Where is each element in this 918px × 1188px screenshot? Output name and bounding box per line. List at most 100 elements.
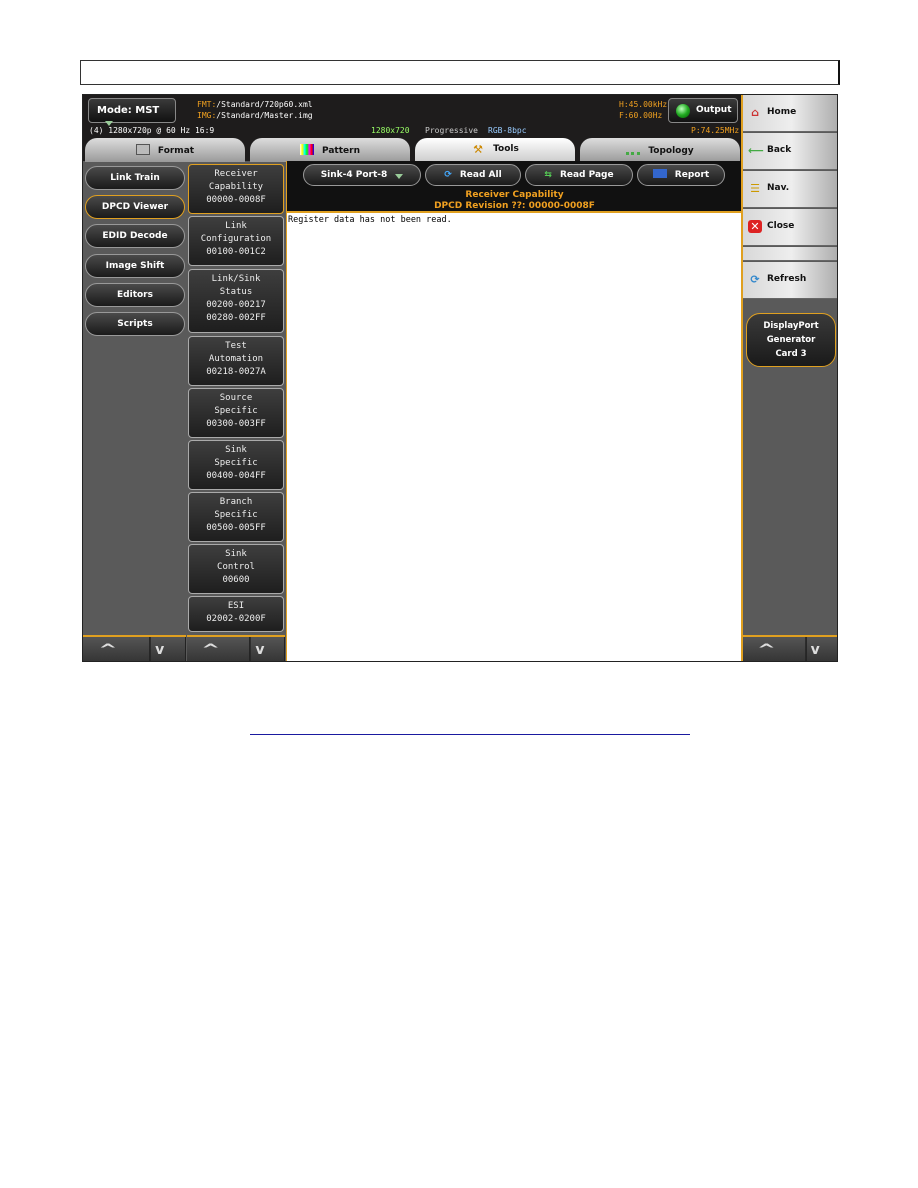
- tools-icon: ⚒: [473, 143, 484, 156]
- status-message: Register data has not been read.: [288, 215, 452, 225]
- register-line: Automation: [208, 354, 264, 364]
- mode-label: Mode: MST: [97, 105, 160, 116]
- scan-type: Progressive: [425, 126, 478, 135]
- register-line: Specific: [214, 458, 258, 468]
- img-label: IMG:: [197, 111, 217, 120]
- right-nav: ⌂ Home ⟵ Back ☰ Nav. ✕ Close ⟳ Refresh Displa…: [741, 95, 837, 661]
- register-page-button[interactable]: Sink Specific 00400-004FF: [188, 440, 284, 490]
- refresh-label: Refresh: [767, 274, 807, 284]
- refresh-icon: ⟳: [444, 170, 452, 180]
- h-freq: H:45.00kHz: [619, 100, 668, 109]
- image-shift-button[interactable]: Image Shift: [85, 254, 185, 278]
- tab-pattern[interactable]: Pattern: [250, 138, 410, 162]
- tab-format[interactable]: Format: [85, 138, 245, 162]
- fmt-label: FMT:: [197, 100, 217, 109]
- output-button[interactable]: Output: [668, 98, 738, 123]
- fmt-path: /Standard/720p60.xml: [216, 100, 313, 109]
- back-label: Back: [767, 145, 792, 155]
- register-line: Test: [225, 341, 247, 351]
- register-line: Receiver: [214, 169, 258, 179]
- register-line: Branch: [219, 497, 253, 507]
- resolution: 1280x720: [371, 126, 410, 135]
- register-list-scroll: ^ v: [187, 635, 285, 661]
- register-page-button[interactable]: Link Configuration 00100-001C2: [188, 216, 284, 266]
- refresh-icon: ⟳: [750, 273, 760, 286]
- report-label: Report: [674, 170, 710, 180]
- register-line: 02002-0200F: [206, 614, 266, 624]
- document-header-box: [80, 60, 840, 85]
- close-button[interactable]: ✕ Close: [743, 209, 837, 246]
- register-line: Specific: [214, 406, 258, 416]
- timing-info: H:45.00kHz F:60.00Hz: [619, 99, 667, 121]
- monitor-icon: [135, 144, 150, 155]
- scripts-button[interactable]: Scripts: [85, 312, 185, 336]
- link-train-button[interactable]: Link Train: [85, 166, 185, 190]
- nav-label: Nav.: [767, 183, 790, 193]
- close-label: Close: [767, 221, 795, 231]
- scroll-up-button[interactable]: ^: [83, 637, 150, 661]
- scroll-up-button[interactable]: ^: [172, 637, 251, 661]
- back-button[interactable]: ⟵ Back: [743, 133, 837, 170]
- tree-icon: ☰: [750, 182, 760, 195]
- refresh-button[interactable]: ⟳ Refresh: [743, 262, 837, 299]
- pixel-clock: P:74.25MHz: [691, 126, 740, 135]
- register-line: Sink: [225, 549, 247, 559]
- hyperlink-underline: [250, 734, 690, 735]
- sink-port-dropdown[interactable]: Sink-4 Port-8: [303, 164, 421, 186]
- color-bars-icon: [300, 144, 314, 155]
- register-page-button[interactable]: Source Specific 00300-003FF: [188, 388, 284, 438]
- card-line: Generator: [766, 335, 816, 345]
- register-page-button[interactable]: Branch Specific 00500-005FF: [188, 492, 284, 542]
- register-line: Capability: [208, 182, 264, 192]
- mode-dropdown[interactable]: Mode: MST: [88, 98, 176, 126]
- register-page-button[interactable]: ESI 02002-0200F: [188, 596, 284, 632]
- left-menu-scroll: ^ v: [83, 635, 186, 661]
- register-line: 00400-004FF: [206, 471, 266, 481]
- register-line: 00000-0008F: [206, 195, 266, 205]
- topology-icon: [626, 144, 641, 155]
- dpcd-viewer-button[interactable]: DPCD Viewer: [85, 195, 185, 219]
- tab-tools[interactable]: ⚒ Tools: [415, 138, 575, 162]
- img-path: /Standard/Master.img: [216, 111, 313, 120]
- right-nav-scroll: ^ v: [743, 635, 837, 661]
- register-line: Specific: [214, 510, 258, 520]
- card-line: DisplayPort: [763, 321, 819, 331]
- home-button[interactable]: ⌂ Home: [743, 95, 837, 132]
- tab-label: Format: [157, 146, 195, 156]
- register-page-button[interactable]: Test Automation 00218-0027A: [188, 336, 284, 386]
- register-line: 00600: [222, 575, 250, 585]
- tab-label: Topology: [648, 146, 694, 156]
- register-title: Receiver Capability: [465, 190, 564, 200]
- register-line: Control: [217, 562, 255, 572]
- card-indicator: DisplayPort Generator Card 3: [746, 313, 836, 367]
- read-all-button[interactable]: ⟳ Read All: [425, 164, 521, 186]
- edid-decode-button[interactable]: EDID Decode: [85, 224, 185, 248]
- scroll-up-button[interactable]: ^: [728, 637, 807, 661]
- home-label: Home: [767, 107, 797, 117]
- read-page-button[interactable]: ⇆ Read Page: [525, 164, 633, 186]
- generator-app-window: Mode: MST FMT:/Standard/720p60.xml IMG:/…: [82, 94, 838, 662]
- swap-arrows-icon: ⇆: [544, 170, 552, 180]
- report-button[interactable]: Report: [637, 164, 725, 186]
- editors-button[interactable]: Editors: [85, 283, 185, 307]
- register-line: 00200-00217: [206, 300, 266, 310]
- html-icon: [652, 169, 667, 178]
- color-format: RGB-8bpc: [488, 126, 527, 135]
- tab-bar: Format Pattern ⚒ Tools Topology: [83, 137, 741, 162]
- nav-button[interactable]: ☰ Nav.: [743, 171, 837, 208]
- sink-label: Sink-4 Port-8: [320, 170, 388, 180]
- register-page-button[interactable]: Receiver Capability 00000-0008F: [188, 164, 284, 214]
- register-line: Sink: [225, 445, 247, 455]
- file-info: FMT:/Standard/720p60.xml IMG:/Standard/M…: [197, 99, 313, 121]
- chevron-down-icon: [395, 174, 404, 179]
- tab-label: Pattern: [322, 146, 360, 156]
- tab-label: Tools: [493, 144, 519, 154]
- register-page-button[interactable]: Sink Control 00600: [188, 544, 284, 594]
- register-line: 00218-0027A: [206, 367, 266, 377]
- header-bar: Mode: MST FMT:/Standard/720p60.xml IMG:/…: [83, 95, 741, 137]
- register-page-button[interactable]: Link/Sink Status 00200-00217 00280-002FF: [188, 269, 284, 333]
- register-line: ESI: [227, 601, 245, 611]
- tab-topology[interactable]: Topology: [580, 138, 740, 162]
- read-page-label: Read Page: [559, 170, 614, 180]
- register-line: Link/Sink: [211, 274, 261, 284]
